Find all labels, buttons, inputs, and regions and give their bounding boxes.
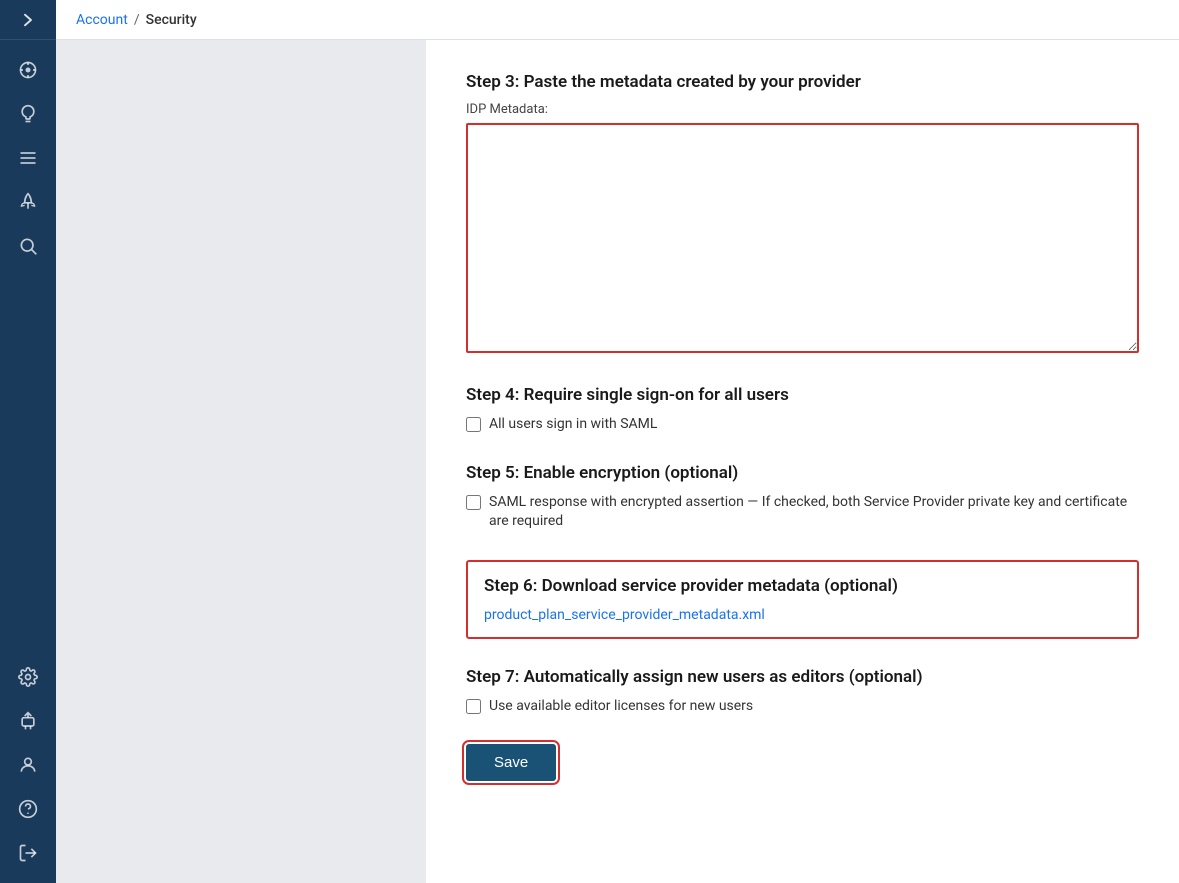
step3-title: Step 3: Paste the metadata created by yo… <box>466 72 1139 92</box>
settings-icon[interactable] <box>0 655 56 699</box>
step5-title: Step 5: Enable encryption (optional) <box>466 463 1139 483</box>
menu-icon[interactable] <box>0 136 56 180</box>
user-icon[interactable] <box>0 743 56 787</box>
step7-title: Step 7: Automatically assign new users a… <box>466 667 1139 687</box>
breadcrumb-separator: / <box>134 12 140 28</box>
encrypted-assertion-label: SAML response with encrypted assertion —… <box>489 493 1139 532</box>
idp-metadata-textarea[interactable] <box>466 123 1139 353</box>
save-section: Save <box>466 744 1139 781</box>
saml-signin-checkbox[interactable] <box>466 417 481 432</box>
dashboard-icon[interactable] <box>0 48 56 92</box>
sidebar-toggle[interactable] <box>0 0 56 40</box>
main-wrapper: Account / Security Step 3: Paste the met… <box>56 0 1179 883</box>
step4-checkbox-row: All users sign in with SAML <box>466 415 1139 435</box>
editor-license-label: Use available editor licenses for new us… <box>489 697 753 717</box>
step6-box: Step 6: Download service provider metada… <box>466 560 1139 639</box>
save-button[interactable]: Save <box>466 744 556 781</box>
step6-title: Step 6: Download service provider metada… <box>484 576 1121 596</box>
step5-checkbox-row: SAML response with encrypted assertion —… <box>466 493 1139 532</box>
rocket-icon[interactable] <box>0 180 56 224</box>
breadcrumb-account[interactable]: Account <box>76 12 128 28</box>
plugin-icon[interactable] <box>0 699 56 743</box>
help-icon[interactable] <box>0 787 56 831</box>
metadata-download-link[interactable]: product_plan_service_provider_metadata.x… <box>484 607 765 623</box>
logout-icon[interactable] <box>0 831 56 875</box>
idp-metadata-label: IDP Metadata: <box>466 102 1139 117</box>
step7-checkbox-row: Use available editor licenses for new us… <box>466 697 1139 717</box>
step3-section: Step 3: Paste the metadata created by yo… <box>466 72 1139 357</box>
header: Account / Security <box>56 0 1179 40</box>
encrypted-assertion-checkbox[interactable] <box>466 495 481 510</box>
saml-signin-label: All users sign in with SAML <box>489 415 657 435</box>
content-layout: Step 3: Paste the metadata created by yo… <box>56 40 1179 883</box>
left-panel <box>56 40 426 883</box>
step5-section: Step 5: Enable encryption (optional) SAM… <box>466 463 1139 532</box>
sidebar-bottom <box>0 655 56 883</box>
sidebar <box>0 0 56 883</box>
step7-section: Step 7: Automatically assign new users a… <box>466 667 1139 717</box>
editor-license-checkbox[interactable] <box>466 699 481 714</box>
breadcrumb-current: Security <box>146 12 197 28</box>
step4-title: Step 4: Require single sign-on for all u… <box>466 385 1139 405</box>
search-icon[interactable] <box>0 224 56 268</box>
lightbulb-icon[interactable] <box>0 92 56 136</box>
step4-section: Step 4: Require single sign-on for all u… <box>466 385 1139 435</box>
right-panel: Step 3: Paste the metadata created by yo… <box>426 40 1179 883</box>
